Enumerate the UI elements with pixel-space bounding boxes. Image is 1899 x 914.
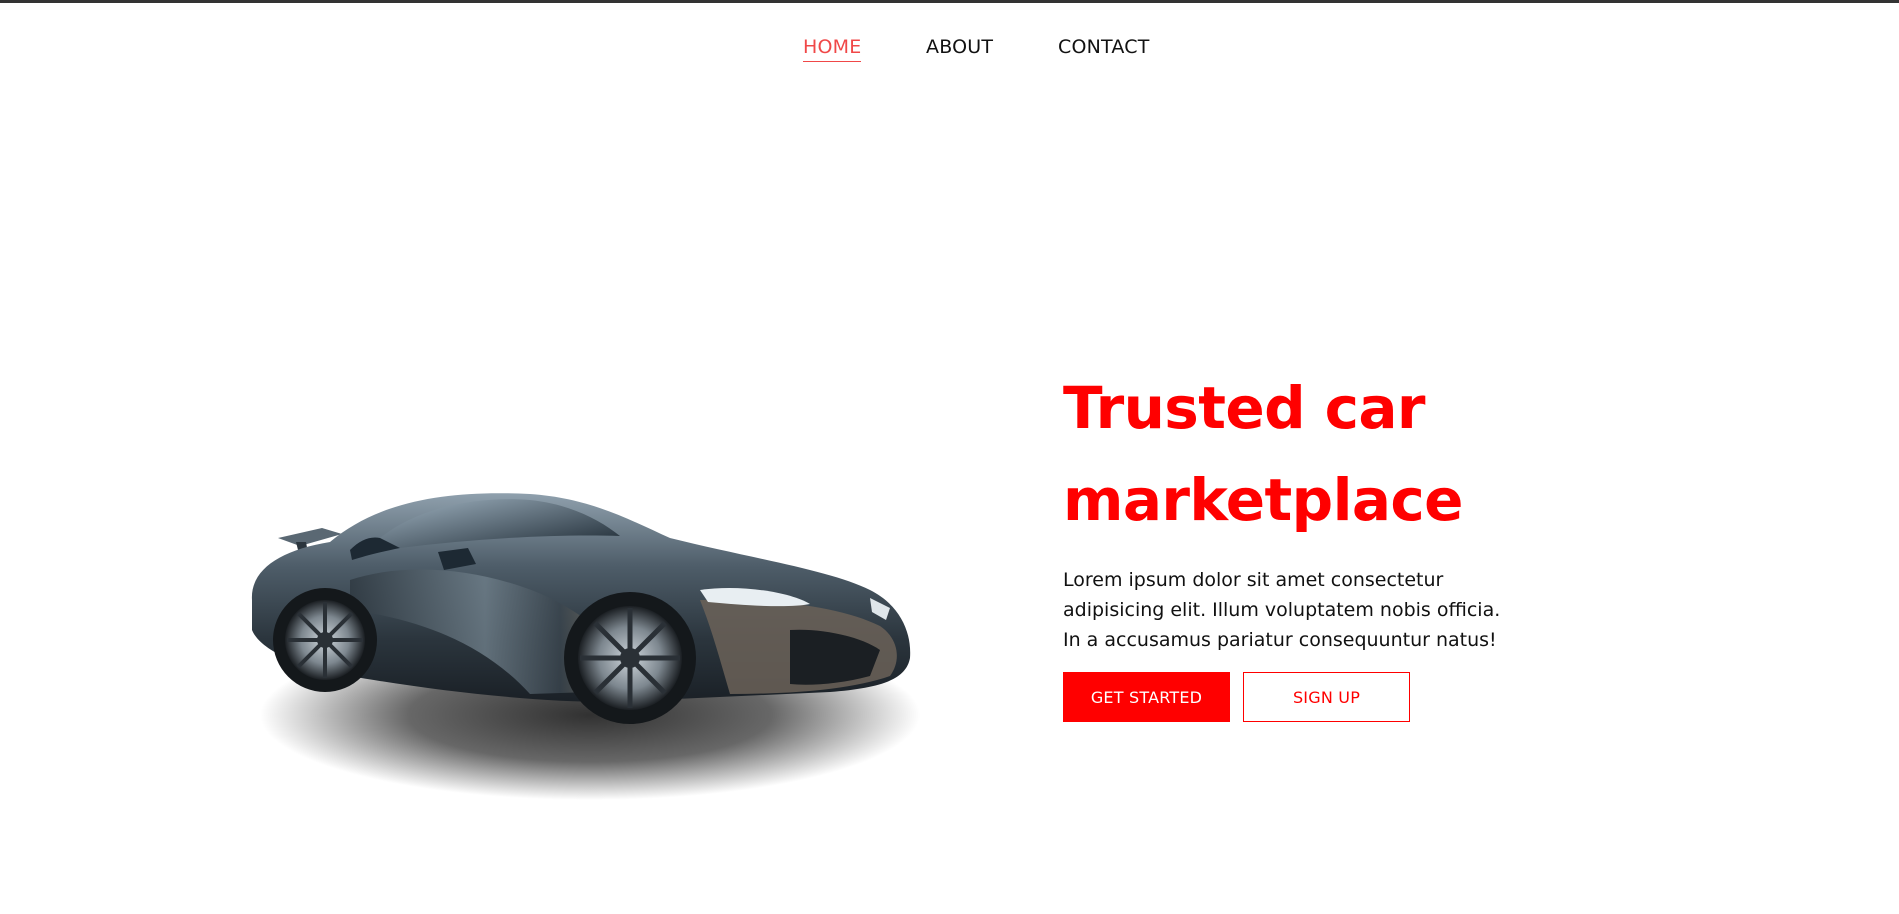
nav-link-contact[interactable]: CONTACT bbox=[1058, 36, 1150, 58]
hero-headline-line-2: marketplace bbox=[1063, 466, 1464, 534]
hero-description-line-2: adipisicing elit. Illum voluptatem nobis… bbox=[1063, 599, 1501, 621]
sign-up-button[interactable]: SIGN UP bbox=[1243, 672, 1410, 722]
top-border bbox=[0, 0, 1899, 3]
sports-car-image bbox=[251, 493, 920, 800]
nav-link-home[interactable]: HOME bbox=[803, 36, 862, 62]
hero-description: Lorem ipsum dolor sit amet consectetur a… bbox=[1063, 565, 1563, 655]
hero-headline: Trusted car marketplace bbox=[1063, 362, 1623, 546]
hero-description-line-3: In a accusamus pariatur consequuntur nat… bbox=[1063, 629, 1497, 651]
hero-headline-line-1: Trusted car bbox=[1063, 374, 1426, 442]
main-nav: HOME ABOUT CONTACT bbox=[0, 36, 1899, 66]
hero-description-line-1: Lorem ipsum dolor sit amet consectetur bbox=[1063, 569, 1444, 591]
get-started-button[interactable]: GET STARTED bbox=[1063, 672, 1230, 722]
nav-link-about[interactable]: ABOUT bbox=[926, 36, 993, 58]
